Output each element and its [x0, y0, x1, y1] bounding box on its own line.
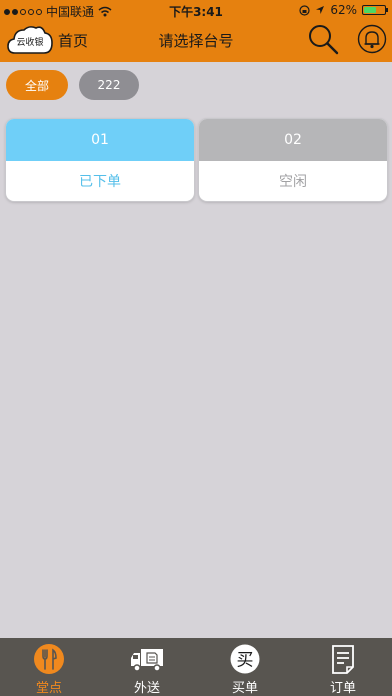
table-number: 02 [199, 119, 387, 161]
dine-in-icon [34, 644, 64, 674]
checkout-icon: 买 [230, 644, 260, 674]
table-status: 已下单 [79, 174, 121, 190]
filter-all-button[interactable]: 全部 [6, 70, 68, 100]
table-status: 空闲 [279, 174, 307, 190]
tab-dine-in[interactable]: 堂点 [0, 638, 98, 696]
location-arrow-icon [316, 6, 325, 14]
rotation-lock-icon [299, 4, 310, 16]
bell-icon[interactable] [357, 24, 387, 54]
svg-text:买: 买 [237, 651, 254, 671]
table-number: 01 [6, 119, 194, 161]
filter-222-button[interactable]: 222 [79, 70, 139, 100]
tab-label: 外送 [133, 681, 160, 696]
table-card-01[interactable]: 01 已下单 [6, 119, 194, 201]
tab-label: 订单 [329, 681, 356, 696]
home-link[interactable]: 首页 [58, 30, 88, 51]
search-icon[interactable] [306, 22, 340, 56]
delivery-truck-icon [131, 649, 163, 672]
header-bar: 中国联通 下午3:41 62% 云收银 首页 请选择台号 [0, 0, 392, 62]
tab-checkout[interactable]: 买 买单 [196, 638, 294, 696]
app-logo[interactable]: 云收银 [7, 24, 53, 56]
logo-text: 云收银 [16, 38, 44, 48]
tab-label: 买单 [231, 681, 258, 696]
tab-orders[interactable]: 订单 [294, 638, 392, 696]
status-bar: 中国联通 下午3:41 62% [0, 0, 392, 20]
tab-delivery[interactable]: 外送 [98, 638, 196, 696]
bottom-tab-bar: 堂点 外送 买 买单 订单 [0, 638, 392, 696]
order-list-icon [332, 645, 354, 674]
battery-icon [362, 5, 388, 15]
table-card-02[interactable]: 02 空闲 [199, 119, 387, 201]
tab-label: 堂点 [35, 681, 62, 696]
battery-percent: 62% [330, 3, 357, 17]
